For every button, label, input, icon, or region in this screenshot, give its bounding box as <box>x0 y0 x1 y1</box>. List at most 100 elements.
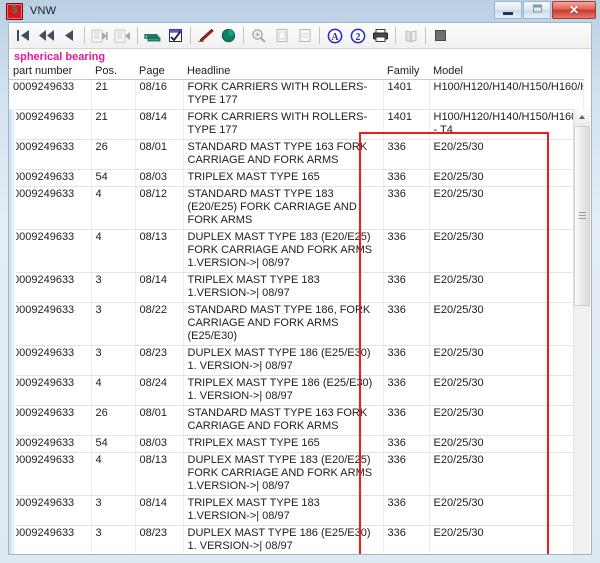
cell-headline[interactable]: TRIPLEX MAST TYPE 183 1.VERSION->| 08/97 <box>183 495 384 526</box>
cell-part-number: 0009249633 <box>9 495 92 526</box>
parts-list-button[interactable] <box>142 25 163 46</box>
window-controls: ✕ <box>493 1 596 19</box>
book-button[interactable] <box>400 25 421 46</box>
search-term-label: spherical bearing <box>9 49 591 64</box>
cell-headline[interactable]: TRIPLEX MAST TYPE 165 <box>183 169 384 187</box>
table-row[interactable]: 0009249633 26 08/01 STANDARD MAST TYPE 163 … <box>9 405 584 436</box>
stop-square-icon <box>435 30 446 41</box>
table-row[interactable]: 0009249633 4 08/13 DUPLEX MAST TYPE 183 (E2… <box>9 452 584 496</box>
table-row[interactable]: 0009249633 21 08/16 FORK CARRIERS WITH ROLL… <box>9 79 584 110</box>
cell-headline[interactable]: DUPLEX MAST TYPE 186 (E25/E30) 1. VERSIO… <box>183 525 384 554</box>
cell-model: E20/25/30 <box>429 272 584 303</box>
column-header-headline[interactable]: Headline <box>183 64 383 80</box>
scrollbar-thumb[interactable] <box>574 126 590 306</box>
application-window: VNW ✕ <box>0 0 600 563</box>
cell-part-number: 0009249633 <box>9 186 92 230</box>
checklist-button[interactable] <box>165 25 186 46</box>
table-row[interactable]: 0009249633 4 08/12 STANDARD MAST TYPE 183 (… <box>9 186 584 230</box>
annotation-2-button[interactable]: 2 <box>347 25 368 46</box>
cell-headline[interactable]: FORK CARRIERS WITH ROLLERS-TYPE 177 <box>183 79 384 110</box>
minimize-button[interactable] <box>494 1 522 19</box>
fit-width-button[interactable] <box>294 25 315 46</box>
cell-model: H100/H120/H140/H150/H160/H180 - T4 <box>429 109 584 140</box>
toolbar-separator-1 <box>84 27 85 44</box>
cell-page: 08/14 <box>135 272 184 303</box>
cell-headline[interactable]: TRIPLEX MAST TYPE 183 1.VERSION->| 08/97 <box>183 272 384 303</box>
cell-pos: 4 <box>91 375 136 406</box>
cell-headline[interactable]: FORK CARRIERS WITH ROLLERS-TYPE 177 <box>183 109 384 140</box>
cell-family: 336 <box>383 302 430 346</box>
cell-family: 336 <box>383 405 430 436</box>
cell-family: 336 <box>383 345 430 376</box>
cell-model: H100/H120/H140/H150/H160/H180 <box>429 79 584 110</box>
scroll-up-button[interactable] <box>574 109 590 125</box>
cell-headline[interactable]: STANDARD MAST TYPE 183 (E20/E25) FORK CA… <box>183 186 384 230</box>
cell-family: 336 <box>383 186 430 230</box>
close-button[interactable]: ✕ <box>552 1 596 19</box>
table-row[interactable]: 0009249633 54 08/03 TRIPLEX MAST TYPE 165 33… <box>9 169 584 187</box>
page-width-icon <box>299 29 310 42</box>
vertical-scrollbar[interactable] <box>573 109 590 554</box>
book-icon <box>405 29 416 42</box>
cell-headline[interactable]: TRIPLEX MAST TYPE 165 <box>183 435 384 453</box>
previous-record-button[interactable] <box>59 25 80 46</box>
cell-page: 08/22 <box>135 302 184 346</box>
cell-part-number: 0009249633 <box>9 435 92 453</box>
cell-headline[interactable]: STANDARD MAST TYPE 186, FORK CARRIAGE AN… <box>183 302 384 346</box>
annotate-button[interactable] <box>195 25 216 46</box>
cell-family: 336 <box>383 495 430 526</box>
rewind-icon <box>39 30 54 41</box>
table-row[interactable]: 0009249633 3 08/14 TRIPLEX MAST TYPE 183 1.… <box>9 495 584 526</box>
cell-part-number: 0009249633 <box>9 109 92 140</box>
pie-chart-button[interactable] <box>218 25 239 46</box>
table-row[interactable]: 0009249633 3 08/22 STANDARD MAST TYPE 186, … <box>9 302 584 346</box>
cell-family: 336 <box>383 272 430 303</box>
column-header-part-number[interactable]: part number <box>9 64 91 80</box>
column-header-model[interactable]: Model <box>429 64 583 80</box>
cell-headline[interactable]: DUPLEX MAST TYPE 183 (E20/E25) FORK CARR… <box>183 229 384 273</box>
cell-headline[interactable]: TRIPLEX MAST TYPE 186 (E25/E30) 1. VERSI… <box>183 375 384 406</box>
cell-headline[interactable]: DUPLEX MAST TYPE 183 (E20/E25) FORK CARR… <box>183 452 384 496</box>
column-header-pos[interactable]: Pos. <box>91 64 135 80</box>
cell-page: 08/12 <box>135 186 184 230</box>
cell-headline[interactable]: DUPLEX MAST TYPE 186 (E25/E30) 1. VERSIO… <box>183 345 384 376</box>
window-title: VNW <box>30 5 57 17</box>
table-row[interactable]: 0009249633 3 08/23 DUPLEX MAST TYPE 186 (E2… <box>9 345 584 376</box>
table-row[interactable]: 0009249633 54 08/03 TRIPLEX MAST TYPE 165 33… <box>9 435 584 453</box>
next-record-button[interactable] <box>89 25 110 46</box>
table-row[interactable]: 0009249633 4 08/24 TRIPLEX MAST TYPE 186 (E… <box>9 375 584 406</box>
last-record-button[interactable] <box>112 25 133 46</box>
cell-headline[interactable]: STANDARD MAST TYPE 163 FORK CARRIAGE AND… <box>183 405 384 436</box>
fit-page-button[interactable] <box>271 25 292 46</box>
minimize-icon <box>495 12 521 15</box>
cell-model: E20/25/30 <box>429 435 584 453</box>
cell-family: 1401 <box>383 79 430 110</box>
cell-part-number: 0009249633 <box>9 525 92 554</box>
column-header-family[interactable]: Family <box>383 64 429 80</box>
step-back-icon <box>65 30 73 41</box>
cell-part-number: 0009249633 <box>9 79 92 110</box>
cell-headline[interactable]: STANDARD MAST TYPE 163 FORK CARRIAGE AND… <box>183 139 384 170</box>
maximize-button[interactable] <box>523 1 551 19</box>
first-record-button[interactable] <box>13 25 34 46</box>
zoom-button[interactable] <box>248 25 269 46</box>
toolbar-separator-3 <box>190 27 191 44</box>
svg-text:2: 2 <box>355 32 360 43</box>
app-logo-icon <box>6 2 23 20</box>
table-row[interactable]: 0009249633 21 08/14 FORK CARRIERS WITH ROLL… <box>9 109 584 140</box>
annotation-a-button[interactable]: A <box>324 25 345 46</box>
table-row[interactable]: 0009249633 4 08/13 DUPLEX MAST TYPE 183 (E2… <box>9 229 584 273</box>
stop-button[interactable] <box>430 25 451 46</box>
print-button[interactable] <box>370 25 391 46</box>
table-row[interactable]: 0009249633 26 08/01 STANDARD MAST TYPE 163 … <box>9 139 584 170</box>
cell-pos: 54 <box>91 169 136 187</box>
cell-family: 336 <box>383 229 430 273</box>
fast-rewind-button[interactable] <box>36 25 57 46</box>
cell-page: 08/14 <box>135 109 184 140</box>
cell-pos: 3 <box>91 272 136 303</box>
table-row[interactable]: 0009249633 3 08/14 TRIPLEX MAST TYPE 183 1.… <box>9 272 584 303</box>
cell-part-number: 0009249633 <box>9 345 92 376</box>
column-header-page[interactable]: Page <box>135 64 183 80</box>
table-row[interactable]: 0009249633 3 08/23 DUPLEX MAST TYPE 186 (E2… <box>9 525 584 554</box>
cell-family: 336 <box>383 375 430 406</box>
